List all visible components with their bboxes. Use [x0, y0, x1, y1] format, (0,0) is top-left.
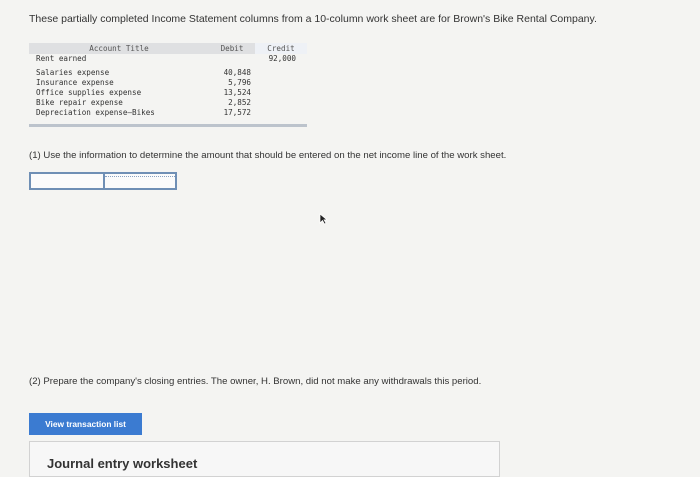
row-debit: 17,572 [223, 108, 251, 117]
table-row: Office supplies expense 13,524 [29, 88, 307, 98]
row-debit: 5,796 [228, 78, 251, 87]
view-transaction-list-button[interactable]: View transaction list [29, 413, 142, 435]
table-row: Rent earned 92,000 [29, 54, 307, 68]
row-account-title: Rent earned [36, 54, 87, 63]
row-credit [255, 98, 307, 108]
table-row: Insurance expense 5,796 [29, 78, 307, 88]
table-row: Bike repair expense 2,852 [29, 98, 307, 108]
question-1-text: (1) Use the information to determine the… [29, 150, 507, 161]
row-credit: 92,000 [268, 54, 296, 63]
header-credit: Credit [255, 43, 307, 54]
row-debit: 2,852 [228, 98, 251, 107]
row-account-title: Bike repair expense [36, 98, 123, 107]
worksheet-table: Account Title Debit Credit Rent earned 9… [29, 43, 307, 118]
row-debit: 13,524 [223, 88, 251, 97]
journal-entry-worksheet-title: Journal entry worksheet [47, 456, 198, 471]
row-debit: 40,848 [223, 68, 251, 77]
header-debit: Debit [220, 44, 244, 53]
net-income-amount-cell[interactable] [105, 176, 175, 188]
row-debit [209, 54, 255, 68]
row-account-title: Depreciation expense—Bikes [36, 108, 155, 117]
row-credit [255, 78, 307, 88]
question-2-text: (2) Prepare the company's closing entrie… [29, 376, 482, 387]
row-credit [255, 88, 307, 98]
header-account-title: Account Title [89, 44, 149, 53]
row-account-title: Salaries expense [36, 68, 110, 77]
row-account-title: Office supplies expense [36, 88, 142, 97]
row-credit [255, 68, 307, 78]
intro-text: These partially completed Income Stateme… [29, 13, 597, 25]
mouse-pointer-icon [319, 213, 328, 225]
net-income-answer-input[interactable] [29, 172, 177, 190]
row-account-title: Insurance expense [36, 78, 114, 87]
net-income-label-cell[interactable] [31, 174, 105, 188]
journal-entry-worksheet-panel: Journal entry worksheet [29, 441, 500, 477]
worksheet-divider [29, 124, 307, 127]
table-row: Salaries expense 40,848 [29, 68, 307, 78]
table-row: Depreciation expense—Bikes 17,572 [29, 108, 307, 118]
worksheet-header: Account Title Debit Credit [29, 43, 307, 54]
row-credit [255, 108, 307, 118]
